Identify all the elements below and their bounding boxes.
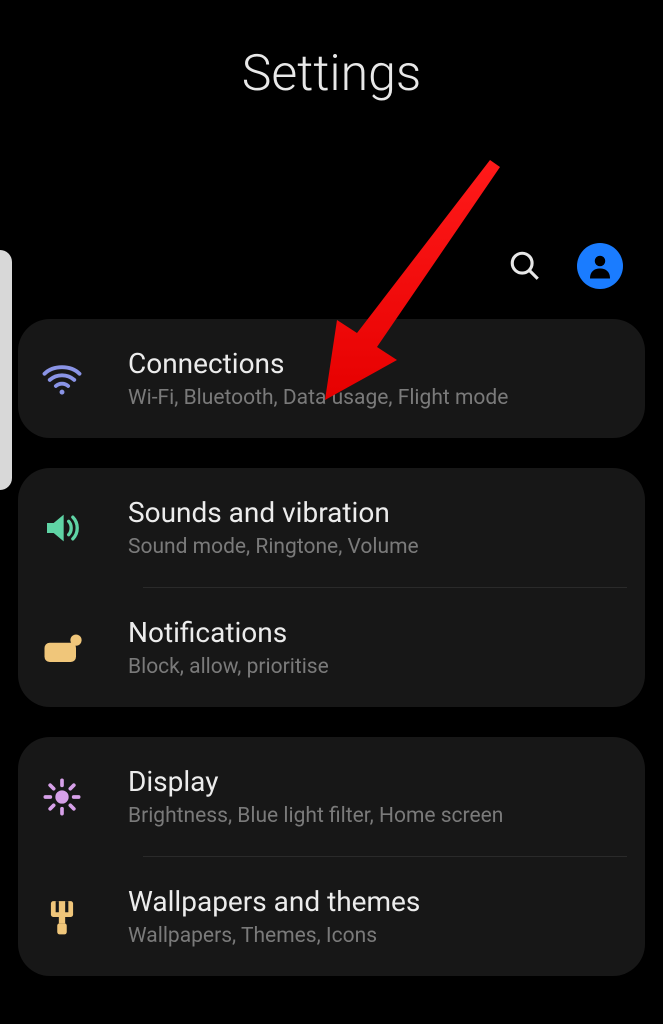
item-title: Connections bbox=[128, 347, 621, 380]
item-title: Wallpapers and themes bbox=[128, 885, 621, 918]
person-icon bbox=[585, 251, 615, 281]
item-title: Display bbox=[128, 765, 621, 798]
settings-item-wallpapers[interactable]: Wallpapers and themes Wallpapers, Themes… bbox=[18, 857, 645, 976]
item-text: Connections Wi-Fi, Bluetooth, Data usage… bbox=[128, 347, 621, 410]
item-subtitle: Sound mode, Ringtone, Volume bbox=[128, 535, 621, 559]
settings-group: Sounds and vibration Sound mode, Rington… bbox=[18, 468, 645, 707]
settings-item-sounds[interactable]: Sounds and vibration Sound mode, Rington… bbox=[18, 468, 645, 587]
wifi-icon bbox=[36, 353, 88, 405]
item-subtitle: Block, allow, prioritise bbox=[128, 655, 621, 679]
item-subtitle: Wi-Fi, Bluetooth, Data usage, Flight mod… bbox=[128, 386, 621, 410]
settings-item-connections[interactable]: Connections Wi-Fi, Bluetooth, Data usage… bbox=[18, 319, 645, 438]
settings-group: Connections Wi-Fi, Bluetooth, Data usage… bbox=[18, 319, 645, 438]
folder-badge-icon bbox=[36, 622, 88, 674]
speaker-icon bbox=[36, 502, 88, 554]
toolbar bbox=[0, 243, 663, 289]
item-subtitle: Brightness, Blue light filter, Home scre… bbox=[128, 804, 621, 828]
search-button[interactable] bbox=[503, 244, 547, 288]
edge-panel-handle[interactable] bbox=[0, 250, 12, 490]
settings-group: Display Brightness, Blue light filter, H… bbox=[18, 737, 645, 976]
item-title: Sounds and vibration bbox=[128, 496, 621, 529]
brightness-icon bbox=[36, 771, 88, 823]
page-title: Settings bbox=[0, 45, 663, 103]
item-text: Sounds and vibration Sound mode, Rington… bbox=[128, 496, 621, 559]
item-title: Notifications bbox=[128, 616, 621, 649]
item-text: Notifications Block, allow, prioritise bbox=[128, 616, 621, 679]
brush-icon bbox=[36, 891, 88, 943]
settings-item-display[interactable]: Display Brightness, Blue light filter, H… bbox=[18, 737, 645, 856]
account-button[interactable] bbox=[577, 243, 623, 289]
settings-item-notifications[interactable]: Notifications Block, allow, prioritise bbox=[18, 588, 645, 707]
item-text: Display Brightness, Blue light filter, H… bbox=[128, 765, 621, 828]
header: Settings bbox=[0, 0, 663, 103]
search-icon bbox=[508, 249, 542, 283]
item-text: Wallpapers and themes Wallpapers, Themes… bbox=[128, 885, 621, 948]
item-subtitle: Wallpapers, Themes, Icons bbox=[128, 924, 621, 948]
